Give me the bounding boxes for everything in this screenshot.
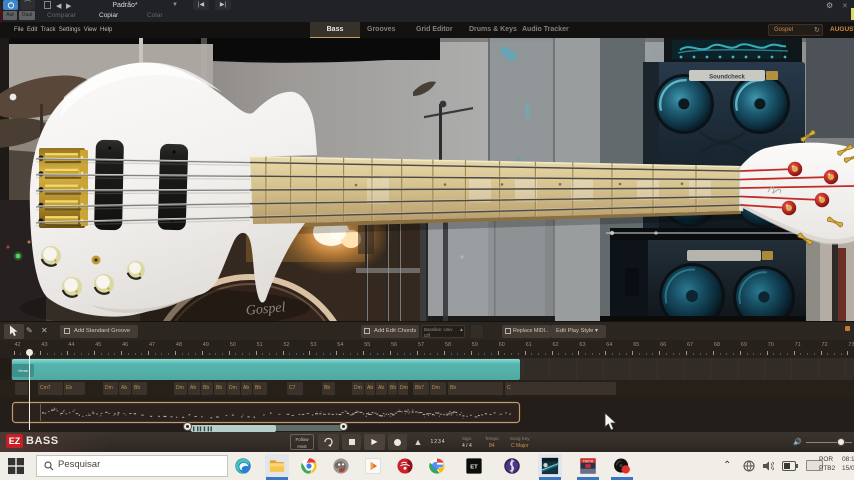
svg-text:Soundcheck: Soundcheck [709,75,745,81]
svg-text:ET: ET [470,465,478,471]
svg-text:TRKTR: TRKTR [583,459,594,463]
